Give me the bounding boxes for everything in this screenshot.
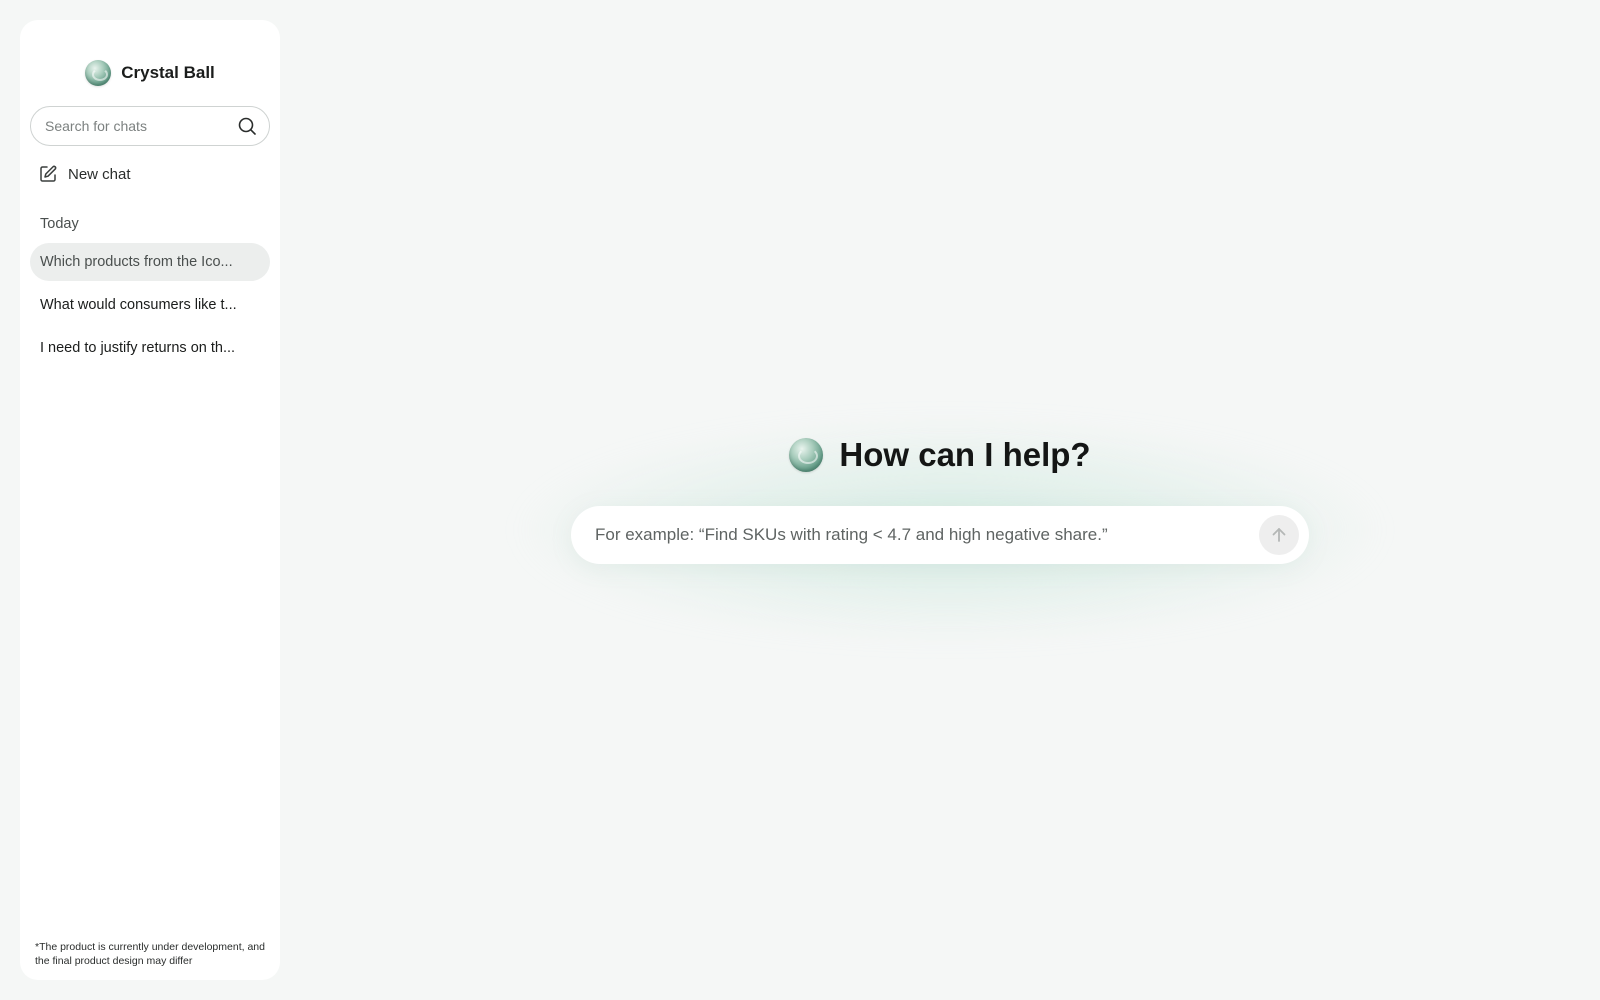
search-box[interactable] xyxy=(30,106,270,146)
send-button[interactable] xyxy=(1259,515,1299,555)
new-chat-button[interactable]: New chat xyxy=(38,164,131,184)
app-name: Crystal Ball xyxy=(121,63,215,82)
crystal-ball-logo-icon xyxy=(85,60,112,86)
development-disclaimer: *The product is currently under developm… xyxy=(35,941,265,967)
brand[interactable]: Crystal Ball xyxy=(20,60,280,86)
search-input[interactable] xyxy=(45,118,237,134)
arrow-up-icon xyxy=(1269,525,1289,545)
chat-history-item[interactable]: I need to justify returns on th... xyxy=(30,329,270,367)
page-title: How can I help? xyxy=(839,436,1091,473)
chat-history-list: Which products from the Ico... What woul… xyxy=(30,243,270,372)
crystal-ball-logo-icon xyxy=(789,438,824,472)
search-icon[interactable] xyxy=(237,116,257,136)
new-chat-label: New chat xyxy=(68,165,131,183)
chat-history-item[interactable]: What would consumers like t... xyxy=(30,286,270,324)
chat-history-item[interactable]: Which products from the Ico... xyxy=(30,243,270,281)
chat-title: What would consumers like t... xyxy=(40,297,237,313)
hero: How can I help? xyxy=(0,436,1600,474)
edit-icon xyxy=(38,164,58,184)
prompt-input[interactable] xyxy=(595,525,1259,545)
chat-title: I need to justify returns on th... xyxy=(40,340,236,356)
section-label-today: Today xyxy=(40,216,79,232)
prompt-box[interactable] xyxy=(571,506,1309,564)
sidebar: Crystal Ball New chat Today Which produc… xyxy=(20,20,280,980)
chat-title: Which products from the Ico... xyxy=(40,254,233,270)
